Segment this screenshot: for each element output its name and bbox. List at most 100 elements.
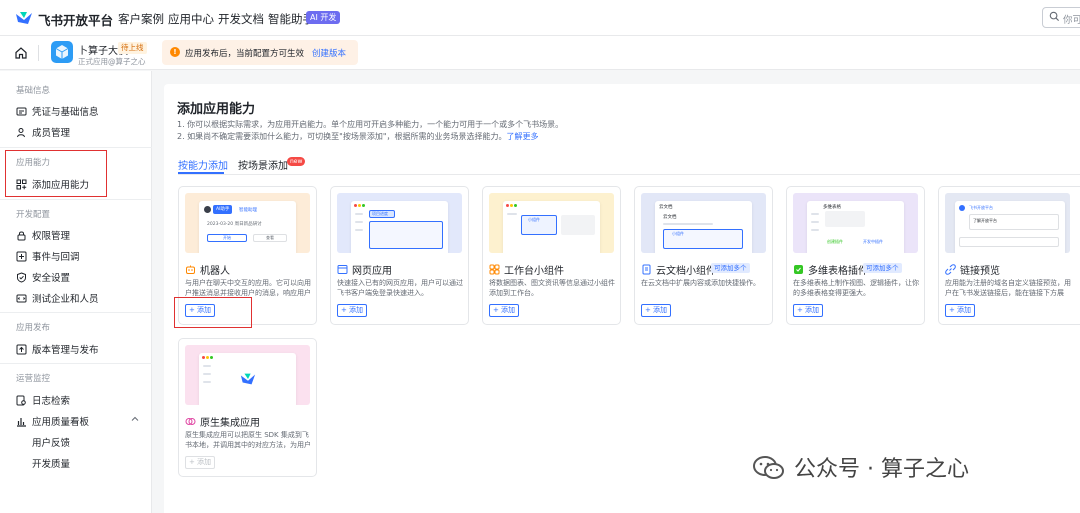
- preview-selected: 小组件: [663, 229, 743, 249]
- tab-by-scenario[interactable]: 按场景添加: [238, 157, 288, 172]
- tab-by-capability[interactable]: 按能力添加: [178, 157, 228, 172]
- add-web-app-button[interactable]: + 添加: [337, 304, 367, 317]
- native-app-icon: [185, 418, 196, 425]
- card-description: 与用户在聊天中交互的应用。它可以向用户推送消息并接收用户的消息，响应用户的指令…: [185, 279, 311, 297]
- preview-line: [811, 213, 819, 215]
- preview-window: 云文档 云文档 小组件: [655, 201, 752, 253]
- brand-name[interactable]: 飞书开放平台: [38, 10, 113, 29]
- preview-dot: [506, 204, 509, 207]
- preview-selected: 项目进度: [369, 210, 395, 218]
- sidebar-item-versions[interactable]: 版本管理与发布: [16, 342, 99, 356]
- nav-customer-cases[interactable]: 客户案例: [118, 11, 164, 27]
- sidebar-item-label: 事件与回调: [32, 252, 80, 263]
- preview-line: [355, 221, 363, 223]
- divider: [38, 45, 39, 61]
- preview-window: [199, 353, 296, 405]
- add-doc-widget-button[interactable]: + 添加: [641, 304, 671, 317]
- search-input[interactable]: 你可: [1042, 7, 1080, 28]
- app-avatar: [51, 41, 73, 63]
- card-title-text: 工作台小组件: [504, 266, 564, 277]
- sidebar-item-user-feedback[interactable]: 用户反馈: [32, 435, 70, 449]
- preview-tag: AI助手: [213, 205, 233, 214]
- sidebar-item-quality-dashboard[interactable]: 应用质量看板: [16, 414, 89, 428]
- nav-app-center[interactable]: 应用中心: [168, 11, 214, 27]
- card-title: 机器人: [185, 262, 230, 277]
- add-widget-button[interactable]: + 添加: [489, 304, 519, 317]
- sidebar-item-credentials[interactable]: 凭证与基础信息: [16, 104, 99, 118]
- page-description-2: 2. 如果尚不确定需要添加什么能力，可切换至"按场景添加"，根据所需的业务场景选…: [177, 131, 539, 142]
- sidebar-item-permissions[interactable]: 权限管理: [16, 228, 70, 242]
- preview-dot: [354, 204, 357, 207]
- notice-text: 应用发布后，当前配置方可生效: [185, 49, 305, 59]
- capability-card-native-app: 原生集成应用 原生集成应用可以把原生 SDK 集成到飞书本地，并调用其中的对应方…: [178, 338, 317, 477]
- preview-window: 飞书开放平台 了解开放平台: [955, 201, 1065, 253]
- preview-dot: [210, 356, 213, 359]
- tab-divider: [178, 174, 1080, 175]
- sidebar-item-label: 用户反馈: [32, 438, 71, 449]
- chevron-up-icon[interactable]: [131, 415, 139, 423]
- add-native-app-button[interactable]: + 添加: [185, 456, 215, 469]
- preview-btn1: 创建插件: [827, 239, 843, 244]
- home-icon[interactable]: [14, 46, 28, 60]
- capability-card-web-app: 项目进度 网页应用 快速接入已有的网页应用，用户可以通过飞书客户端免登录快速进入…: [330, 186, 469, 325]
- card-description: 原生集成应用可以把原生 SDK 集成到飞书本地，并调用其中的对应方法，为用户提…: [185, 431, 311, 449]
- multi-add-badge: 可添加多个: [863, 263, 902, 273]
- feishu-logo-icon[interactable]: [14, 9, 34, 27]
- preview-dot: [202, 356, 205, 359]
- status-badge: 待上线: [118, 42, 147, 54]
- doc-widget-icon: [642, 264, 651, 275]
- sidebar-item-label: 成员管理: [32, 128, 71, 139]
- sidebar-item-label: 开发质量: [32, 459, 71, 470]
- desc2-text: 2. 如果尚不确定需要添加什么能力，可切换至"按场景添加"，根据所需的业务场景选…: [177, 132, 507, 141]
- divider: [0, 312, 152, 313]
- preview-sub: 了解开放平台: [973, 218, 997, 223]
- card-description: 在多维表格上制作视图、逻辑插件，让你的多维表格变得更强大。: [793, 279, 919, 297]
- learn-more-link[interactable]: 了解更多: [507, 132, 539, 141]
- preview-dot: [510, 204, 513, 207]
- card-description: 应用能为注册的域名自定义链接预览，用户在飞书发送链接后，能在链接下方展示…: [945, 279, 1071, 297]
- add-link-preview-button[interactable]: + 添加: [945, 304, 975, 317]
- sidebar-item-logs[interactable]: 日志检索: [16, 393, 70, 407]
- preview-input: [959, 237, 1059, 247]
- sidebar-item-members[interactable]: 成员管理: [16, 125, 70, 139]
- card-description: 将数据图表、图文资讯等信息通过小组件添加到工作台。: [489, 279, 615, 297]
- preview-header: 云文档: [659, 205, 673, 210]
- doc-widget-preview: 云文档 云文档 小组件: [641, 193, 766, 253]
- bar-chart-icon: [17, 417, 26, 427]
- warning-icon: !: [170, 47, 180, 57]
- sidebar-item-label: 权限管理: [32, 231, 71, 242]
- sidebar-group-basic: 基础信息: [16, 86, 51, 96]
- highlight-box-add-button: [174, 297, 252, 328]
- create-version-link[interactable]: 创建版本: [312, 47, 346, 59]
- preview-sub: 智能助理: [239, 208, 257, 213]
- card-title: 原生集成应用: [185, 414, 260, 429]
- card-description: 快速接入已有的网页应用，用户可以通过飞书客户端免登录快速进入。: [337, 279, 463, 297]
- preview-window: AI助手 智能助理 2023-03-20 周日新品研讨 开始 查看: [199, 201, 296, 253]
- preview-block: [825, 211, 865, 227]
- preview-line: [203, 373, 211, 375]
- preview-line: [355, 229, 363, 231]
- preview-window: 小组件: [503, 201, 600, 253]
- add-bitable-plugin-button[interactable]: + 添加: [793, 304, 823, 317]
- preview-dot: [362, 204, 365, 207]
- sidebar-group-monitoring: 运营监控: [16, 374, 51, 384]
- search-icon: [1049, 11, 1060, 22]
- shield-icon: [17, 271, 26, 283]
- preview-dot: [206, 356, 209, 359]
- robot-icon: [186, 265, 195, 274]
- preview-dot: [514, 204, 517, 207]
- preview-selected: 小组件: [521, 215, 557, 235]
- preview-line: [203, 365, 211, 367]
- web-app-icon: [337, 265, 348, 274]
- sidebar-item-dev-quality[interactable]: 开发质量: [32, 456, 70, 470]
- robot-preview: AI助手 智能助理 2023-03-20 周日新品研讨 开始 查看: [185, 193, 310, 253]
- native-app-preview: [185, 345, 310, 405]
- card-title-text: 网页应用: [352, 266, 392, 277]
- page-title: 添加应用能力: [177, 102, 256, 117]
- sidebar-item-test-users[interactable]: 测试企业和人员: [16, 291, 99, 305]
- highlight-box-sidebar: [5, 150, 107, 197]
- sidebar-item-events[interactable]: 事件与回调: [16, 249, 80, 263]
- sidebar-item-security[interactable]: 安全设置: [16, 270, 70, 284]
- nav-dev-docs[interactable]: 开发文档: [218, 11, 264, 27]
- event-icon: [16, 251, 27, 261]
